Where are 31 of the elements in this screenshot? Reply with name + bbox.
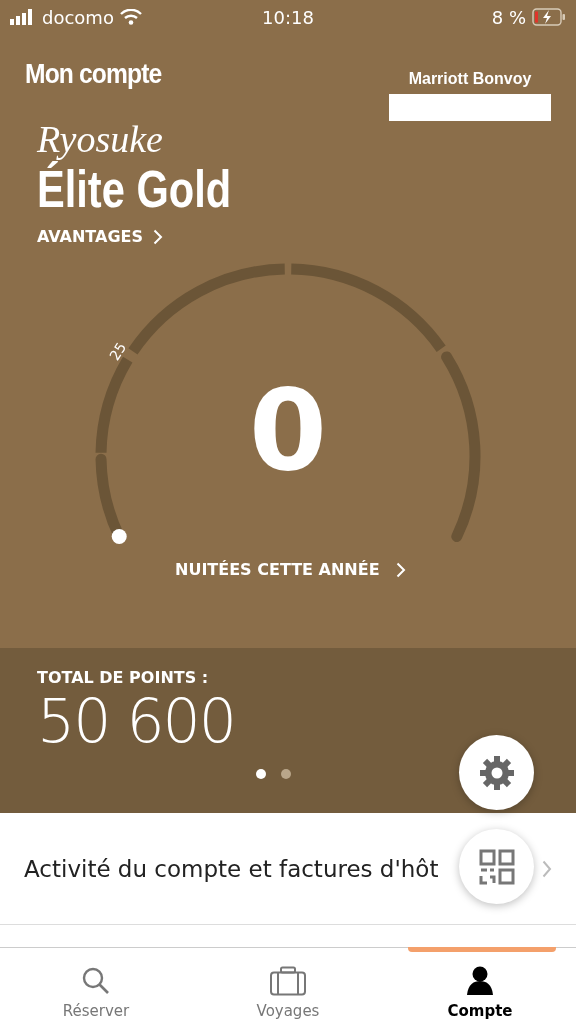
points-value: 50 600 xyxy=(37,691,235,751)
tick-label: 25 xyxy=(106,339,130,364)
gauge-thumb xyxy=(111,529,127,544)
chevron-icon xyxy=(542,859,552,878)
clock: 10:18 xyxy=(262,6,314,28)
battery-charging-icon xyxy=(532,8,566,26)
page-dot[interactable] xyxy=(280,769,291,779)
points-label: TOTAL DE POINTS : xyxy=(37,668,209,687)
search-icon xyxy=(81,966,111,996)
tab[interactable]: Voyages xyxy=(192,948,384,1024)
nights-link[interactable]: NUITÉES CETTE ANNÉE xyxy=(175,560,406,579)
chevron-icon xyxy=(395,561,406,578)
benefits-link[interactable]: AVANTAGES xyxy=(37,227,163,246)
page-dot[interactable] xyxy=(255,769,266,779)
qr-code-icon xyxy=(478,848,515,885)
member-name: Ryosuke xyxy=(37,117,163,161)
carrier-name: docomo xyxy=(42,6,114,28)
page-title: Mon compte xyxy=(25,58,162,91)
qr-code-button[interactable] xyxy=(459,829,534,904)
chevron-icon xyxy=(153,228,163,245)
tab[interactable]: Compte xyxy=(384,948,576,1024)
tier-name: Élite Gold xyxy=(37,161,232,217)
tab[interactable]: Réserver xyxy=(0,948,192,1024)
list-item-label: Activité du compte et factures d'hôt xyxy=(24,855,439,882)
wifi-icon xyxy=(119,9,142,25)
brand-name: Marriott Bonvoy xyxy=(408,70,532,88)
settings-icon xyxy=(478,754,515,791)
person-icon xyxy=(466,966,494,996)
suitcase-icon xyxy=(269,966,307,996)
nights-count: 0 xyxy=(248,374,328,486)
battery-percent: 8 % xyxy=(491,6,526,28)
